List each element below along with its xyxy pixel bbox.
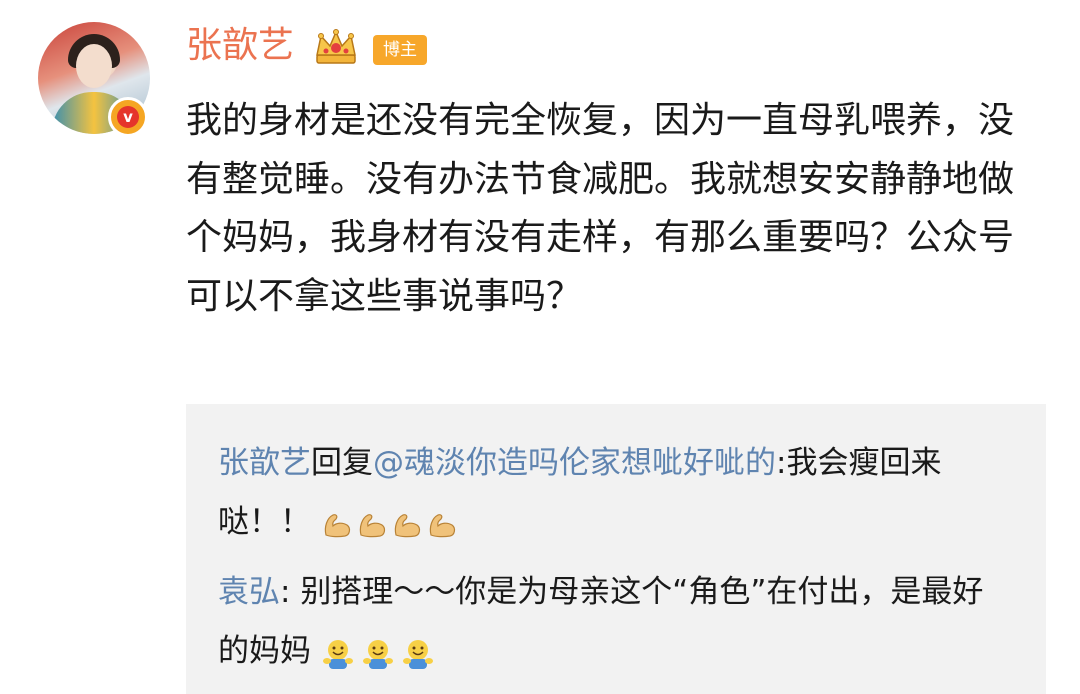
crown-icon — [316, 29, 356, 64]
reply-separator: : — [280, 574, 301, 610]
reply-item: 张歆艺回复@魂淡你造吗伦家想呲好呲的:我会瘦回来哒！！ — [218, 434, 1008, 553]
reply-mention-link[interactable]: @魂淡你造吗伦家想呲好呲的 — [373, 445, 776, 481]
reply-author-link[interactable]: 张歆艺 — [218, 445, 311, 481]
hug-face-icon — [402, 639, 433, 669]
muscle-icon — [394, 513, 420, 537]
reply-section: 张歆艺回复@魂淡你造吗伦家想呲好呲的:我会瘦回来哒！！ 袁弘: 别搭理～～你是为… — [186, 404, 1046, 694]
hug-face-icon — [322, 639, 353, 669]
reply-item: 袁弘: 别搭理～～你是为母亲这个“角色”在付出，是最好的妈妈 — [218, 563, 1008, 682]
verified-mark: v — [117, 106, 139, 128]
emoji-row — [321, 494, 461, 553]
muscle-icon — [324, 513, 350, 537]
blogger-badge: 博主 — [373, 35, 427, 65]
hug-face-icon — [362, 639, 393, 669]
muscle-icon — [429, 513, 455, 537]
avatar-face — [76, 44, 112, 88]
emoji-row — [321, 623, 441, 682]
reply-author-link[interactable]: 袁弘 — [218, 574, 280, 610]
author-name[interactable]: 张歆艺 — [186, 24, 294, 68]
reply-separator: : — [776, 445, 787, 481]
verified-icon: v — [108, 97, 148, 137]
post-body-text: 我的身材是还没有完全恢复，因为一直母乳喂养，没有整觉睡。没有办法节食减肥。我就想… — [186, 100, 1015, 317]
muscle-icon — [359, 513, 385, 537]
reply-action-text: 回复 — [311, 445, 373, 481]
